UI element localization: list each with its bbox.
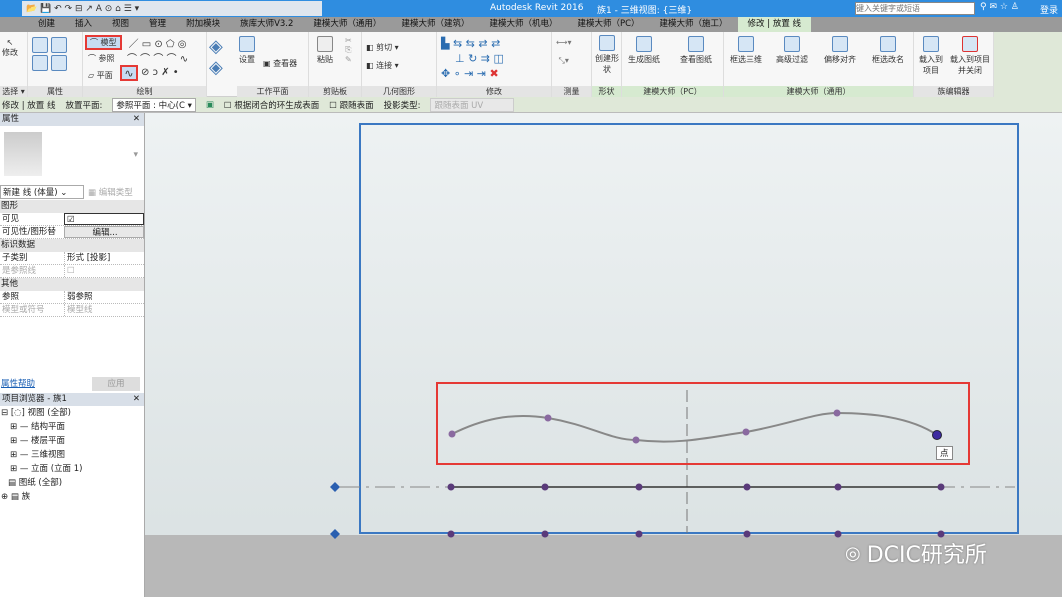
line-point <box>635 483 643 491</box>
plane-marker <box>330 482 340 492</box>
line-point <box>541 483 549 491</box>
line-point <box>743 483 751 491</box>
base-point <box>743 530 751 538</box>
base-point <box>635 530 643 538</box>
line-point <box>834 483 842 491</box>
base-point <box>834 530 842 538</box>
base-point <box>541 530 549 538</box>
model-geometry <box>330 390 1015 539</box>
line-points <box>447 483 945 538</box>
plane-marker <box>330 529 340 539</box>
highlight-box <box>436 382 970 465</box>
base-point <box>447 530 455 538</box>
watermark-text: DCIC研究所 <box>866 543 987 568</box>
line-point <box>447 483 455 491</box>
workplane-markers <box>330 482 340 539</box>
point-tooltip: 点 <box>936 446 953 460</box>
wechat-icon: ◎ <box>845 542 861 564</box>
line-point <box>937 483 945 491</box>
watermark: ◎ DCIC研究所 <box>845 537 987 569</box>
